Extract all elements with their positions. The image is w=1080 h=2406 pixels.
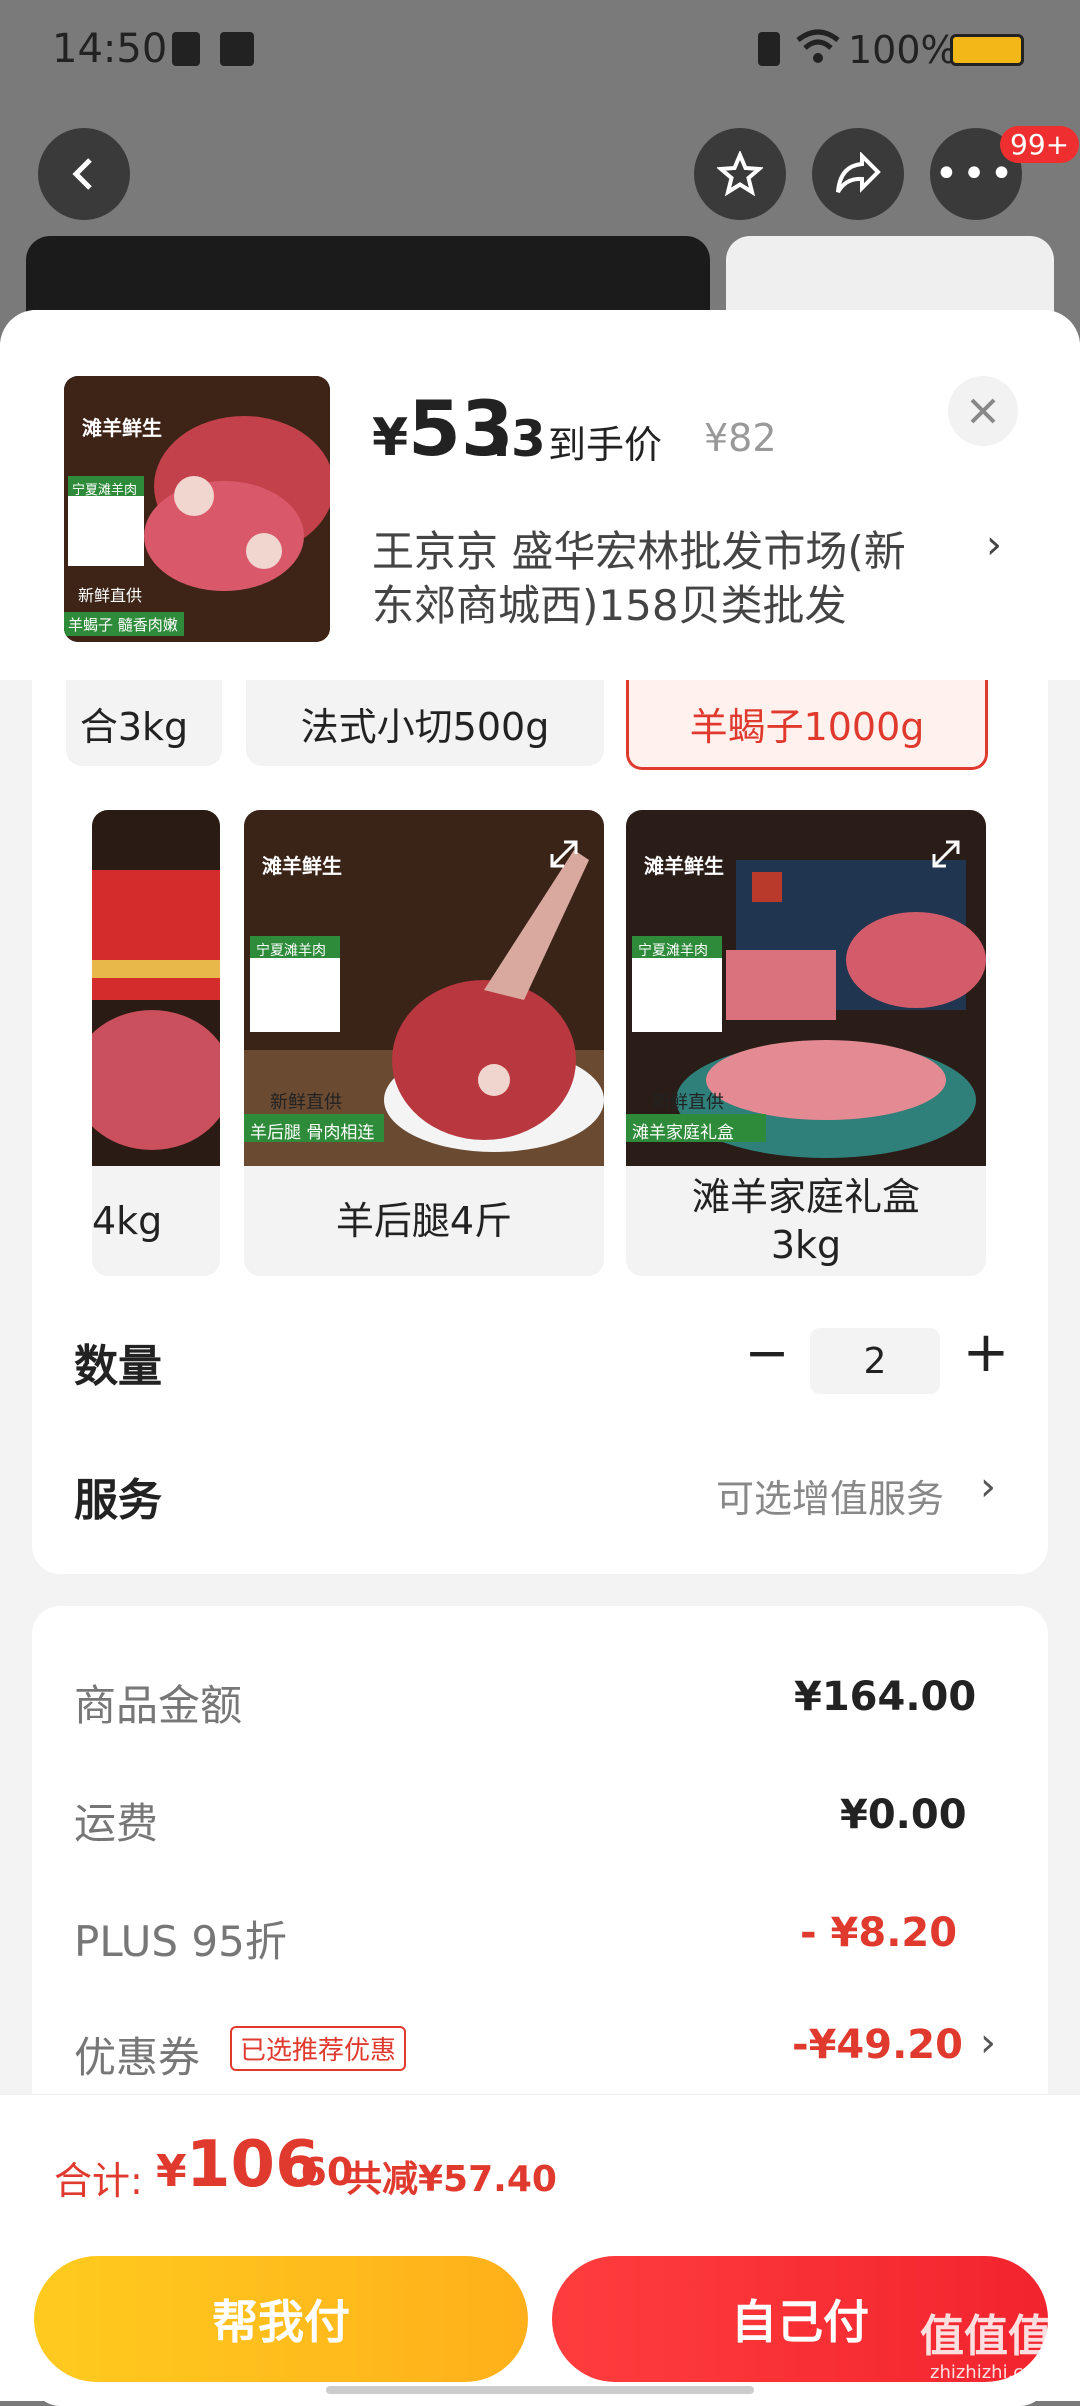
variant-image xyxy=(92,810,220,1166)
watermark-logo: 值值值 xyxy=(920,2311,1052,2362)
variant-tag: 宁夏滩羊肉 xyxy=(638,943,708,959)
original-price: ¥82 xyxy=(704,416,777,460)
variant-label: 4kg xyxy=(92,1199,163,1243)
service-value[interactable]: 可选增值服务 xyxy=(716,1468,944,1523)
variant-label: 羊后腿4斤 xyxy=(335,1199,513,1243)
chevron-left-icon xyxy=(72,158,92,190)
close-button[interactable] xyxy=(948,376,1018,446)
battery-icon xyxy=(950,34,1024,66)
shipping-label: 运费 xyxy=(74,1799,159,1848)
quantity-decrease-button[interactable]: − xyxy=(740,1316,794,1388)
variant-subbadge: 羊后腿 骨肉相连 xyxy=(250,1123,375,1143)
goods-amount-label: 商品金额 xyxy=(74,1681,243,1730)
wifi-icon xyxy=(796,28,840,70)
variant-card[interactable]: 4kg xyxy=(92,810,220,1276)
variant-brand: 滩羊鲜生 xyxy=(644,854,724,878)
variant-subbadge: 滩羊家庭礼盒 xyxy=(632,1123,734,1143)
home-indicator[interactable] xyxy=(326,2386,754,2394)
variant-chip-label: 合3kg xyxy=(79,704,189,749)
variant-card[interactable]: 滩羊鲜生 宁夏滩羊肉 新鲜直供 滩羊家庭礼盒 滩羊家庭礼盒 3kg xyxy=(626,810,986,1276)
total-savings: 共减¥57.40 xyxy=(346,2159,557,2200)
share-button[interactable] xyxy=(812,128,904,220)
goods-amount-value: ¥164.00 xyxy=(794,1674,977,1720)
price-note: 到手价 xyxy=(548,423,663,467)
chevron-right-icon[interactable]: › xyxy=(986,522,1002,568)
star-icon xyxy=(717,151,763,197)
thumb-brand: 滩羊鲜生 xyxy=(82,416,162,440)
variant-chip[interactable]: 法式小切500g xyxy=(246,680,604,766)
sim-icon xyxy=(758,32,780,66)
thumb-badge: 新鲜直供 xyxy=(78,586,143,605)
total-decimal: .60 xyxy=(286,2150,354,2194)
shop-name-cont[interactable]: 东郊商城西)158贝类批发 xyxy=(372,572,847,633)
coupon-label: 优惠券 xyxy=(74,2033,201,2082)
clipboard-icon xyxy=(172,32,200,66)
price-currency: ¥ xyxy=(372,408,409,468)
taobao-icon xyxy=(220,32,254,66)
expand-icon[interactable] xyxy=(212,834,220,870)
favorite-button[interactable] xyxy=(694,128,786,220)
total-label: 合计: xyxy=(54,2159,143,2203)
quantity-increase-button[interactable]: + xyxy=(956,1316,1016,1388)
product-thumbnail: 滩羊鲜生 宁夏滩羊肉 新鲜直供 羊蝎子 髓香肉嫩 xyxy=(64,376,330,642)
plus-discount-label: PLUS 95折 xyxy=(74,1917,287,1966)
expand-icon[interactable] xyxy=(926,834,966,874)
battery-percent: 100% xyxy=(848,28,957,72)
coupon-tag: 已选推荐优惠 xyxy=(230,2026,407,2071)
total-currency: ¥ xyxy=(156,2146,187,2197)
variant-badge: 新鲜直供 xyxy=(652,1092,724,1113)
shop-name[interactable]: 王京京 盛华宏林批发市场(新 xyxy=(372,518,906,579)
quantity-label: 数量 xyxy=(74,1341,162,1392)
variant-brand: 滩羊鲜生 xyxy=(262,854,342,878)
service-label: 服务 xyxy=(74,1475,162,1526)
watermark-url: zhizhizhi.com xyxy=(930,2362,1052,2383)
back-button[interactable] xyxy=(38,128,130,220)
thumb-subbadge: 羊蝎子 髓香肉嫩 xyxy=(68,616,178,634)
plus-discount-value: - ¥8.20 xyxy=(800,1910,958,1956)
thumb-tag: 宁夏滩羊肉 xyxy=(72,483,138,498)
variant-chip[interactable]: 合3kg xyxy=(66,680,222,766)
close-icon xyxy=(970,398,996,424)
chevron-right-icon[interactable]: › xyxy=(980,2020,996,2066)
variant-tag: 宁夏滩羊肉 xyxy=(256,943,326,959)
price-decimal: .3 xyxy=(492,410,546,468)
variant-card[interactable]: 滩羊鲜生 宁夏滩羊肉 新鲜直供 羊后腿 骨肉相连 羊后腿4斤 xyxy=(244,810,604,1276)
variant-chip-selected[interactable]: 羊蝎子1000g xyxy=(626,680,988,770)
share-icon xyxy=(836,152,881,194)
status-time: 14:50 xyxy=(52,26,168,72)
help-pay-button[interactable]: 帮我付 xyxy=(34,2256,528,2382)
shipping-value: ¥0.00 xyxy=(840,1792,967,1838)
message-badge: 99+ xyxy=(1000,126,1080,163)
variant-badge: 新鲜直供 xyxy=(270,1092,342,1113)
chevron-right-icon[interactable]: › xyxy=(980,1464,996,1510)
expand-icon[interactable] xyxy=(544,834,584,874)
variant-chip-label: 法式小切500g xyxy=(300,704,550,749)
variant-label: 滩羊家庭礼盒 3kg xyxy=(691,1175,920,1267)
coupon-value[interactable]: -¥49.20 xyxy=(792,2022,963,2068)
quantity-input[interactable]: 2 xyxy=(810,1328,940,1394)
variant-chip-label: 羊蝎子1000g xyxy=(689,705,925,749)
